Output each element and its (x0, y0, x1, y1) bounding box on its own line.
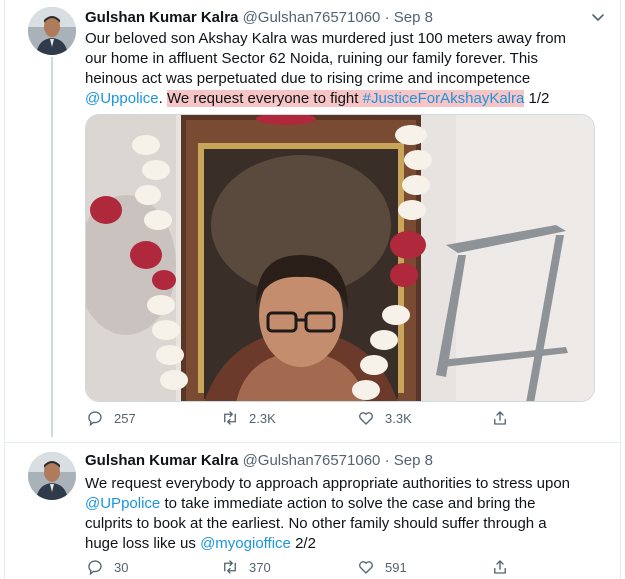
reply-count: 257 (114, 410, 136, 426)
mention-link[interactable]: @UPpolice (85, 495, 160, 512)
memorial-photo-image (86, 115, 594, 401)
mention-link[interactable]: @myogioffice (200, 535, 291, 552)
tweet-text-line: @UPpolice to take immediate action to so… (85, 494, 605, 514)
thread-count: 2/2 (295, 535, 316, 552)
tweet-text-fragment: huge loss like us (85, 535, 196, 552)
share-button[interactable] (491, 408, 519, 428)
retweet-count: 370 (249, 559, 271, 575)
tweet-media-photo[interactable] (85, 114, 595, 402)
author-name[interactable]: Gulshan Kumar Kalra (85, 9, 238, 26)
tweet-text-line: culprits to book at the earliest. No oth… (85, 515, 547, 532)
avatar[interactable] (28, 452, 76, 500)
separator-dot: · (384, 452, 390, 469)
reply-icon (88, 560, 102, 576)
share-icon (494, 560, 506, 574)
thread-connector-line (51, 57, 53, 437)
tweet-text-line: heinous act was perpetuated due to risin… (85, 70, 531, 87)
chevron-down-icon[interactable] (589, 8, 607, 26)
tweet-text-line: huge loss like us @myogioffice 2/2 (85, 534, 605, 554)
like-button[interactable]: 591 (357, 557, 407, 577)
reply-icon (88, 411, 102, 427)
tweet-text: Our beloved son Akshay Kalra was murdere… (85, 29, 605, 109)
retweet-icon (224, 411, 236, 425)
tweet-text: We request everybody to approach appropr… (85, 474, 605, 554)
reply-count: 30 (114, 559, 129, 575)
tweet-header: Gulshan Kumar Kalra @Gulshan76571060 · S… (85, 452, 433, 469)
heart-icon (359, 561, 373, 574)
tweet-date[interactable]: Sep 8 (394, 9, 433, 26)
tweet-actions: 257 2.3K 3.3K (85, 408, 605, 428)
tweet-text-line: @Uppolice. We request everyone to fight … (85, 89, 605, 109)
reply-button[interactable]: 30 (86, 557, 128, 577)
author-handle[interactable]: @Gulshan76571060 (243, 452, 381, 469)
highlighted-phrase: We request everyone to fight (166, 90, 359, 107)
tweet-text-line: Our beloved son Akshay Kalra was murdere… (85, 30, 567, 47)
share-button[interactable] (491, 557, 519, 577)
heart-icon (359, 412, 373, 425)
thread-count: 1/2 (528, 90, 550, 107)
tweet-2[interactable]: Gulshan Kumar Kalra @Gulshan76571060 · S… (4, 443, 621, 579)
hashtag-link[interactable]: #JusticeForAkshayKalra (363, 90, 525, 107)
tweet-header: Gulshan Kumar Kalra @Gulshan76571060 · S… (85, 9, 433, 26)
avatar[interactable] (28, 7, 76, 55)
highlighted-text: We request everyone to fight #JusticeFor… (166, 90, 525, 107)
tweet-1[interactable]: Gulshan Kumar Kalra @Gulshan76571060 · S… (4, 0, 621, 443)
share-icon (494, 411, 506, 425)
separator-dot: · (384, 9, 390, 26)
tweet-text-line: We request everybody to approach appropr… (85, 475, 571, 492)
retweet-icon (224, 560, 236, 574)
tweet-date[interactable]: Sep 8 (394, 452, 433, 469)
retweet-button[interactable]: 2.3K (221, 408, 276, 428)
author-name[interactable]: Gulshan Kumar Kalra (85, 452, 238, 469)
reply-button[interactable]: 257 (86, 408, 136, 428)
like-button[interactable]: 3.3K (357, 408, 412, 428)
tweet-actions: 30 370 591 (85, 557, 605, 577)
like-count: 591 (385, 559, 407, 575)
like-count: 3.3K (385, 410, 412, 426)
retweet-button[interactable]: 370 (221, 557, 271, 577)
author-handle[interactable]: @Gulshan76571060 (243, 9, 381, 26)
tweet-text-fragment: to take immediate action to solve the ca… (164, 495, 536, 512)
mention-link[interactable]: @Uppolice (85, 90, 159, 107)
period: . (158, 90, 163, 107)
tweet-text-line: our home in affluent Sector 62 Noida, ru… (85, 50, 539, 67)
retweet-count: 2.3K (249, 410, 276, 426)
